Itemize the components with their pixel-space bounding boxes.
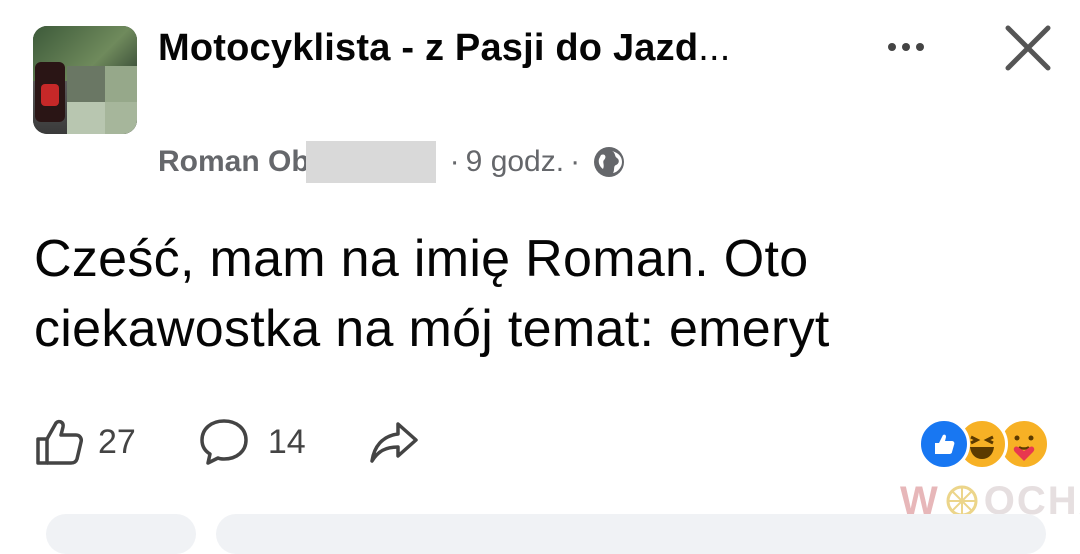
- post-body-text: Cześć, mam na imię Roman. Oto ciekawostk…: [34, 230, 830, 358]
- more-dots-icon: [888, 43, 896, 51]
- comment-input-field[interactable]: [216, 514, 1046, 554]
- redaction-block: [305, 141, 436, 183]
- meta-separator: ·: [449, 145, 460, 178]
- meta-separator: ·: [570, 145, 581, 178]
- post-meta: Roman Ob · 9 godz. ·: [158, 140, 626, 184]
- like-button[interactable]: 27: [32, 415, 136, 469]
- share-button[interactable]: [366, 415, 422, 469]
- like-count: 27: [98, 422, 136, 461]
- comment-bubble-icon: [200, 419, 248, 465]
- title-ellipsis: ...: [698, 27, 731, 69]
- reactions-summary[interactable]: [918, 418, 1050, 470]
- group-name-link[interactable]: Motocyklista - z Pasji do Jazd...: [158, 22, 758, 74]
- comment-button[interactable]: 14: [196, 415, 306, 469]
- post-time[interactable]: 9 godz.: [466, 145, 564, 179]
- more-options-button[interactable]: [876, 30, 936, 64]
- author-name[interactable]: Roman Ob: [158, 145, 310, 179]
- close-icon[interactable]: [1000, 22, 1056, 74]
- post-actions: 27 14: [32, 412, 422, 472]
- comment-count: 14: [267, 422, 306, 461]
- globe-icon[interactable]: [592, 145, 626, 179]
- group-name[interactable]: Motocyklista - z Pasji do Jazd: [158, 27, 698, 69]
- commenter-avatar-placeholder: [46, 514, 196, 554]
- like-reaction-icon: [918, 418, 970, 470]
- share-arrow-icon: [369, 422, 418, 463]
- group-avatar[interactable]: [33, 26, 137, 134]
- thumbs-up-icon: [36, 419, 83, 465]
